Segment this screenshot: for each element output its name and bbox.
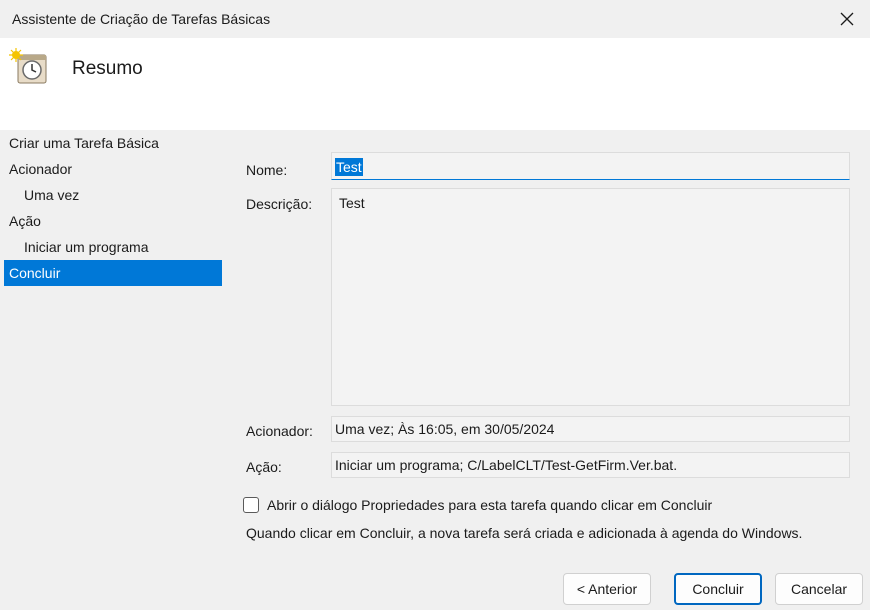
name-value: Test <box>335 158 363 176</box>
trigger-value: Uma vez; Às 16:05, em 30/05/2024 <box>335 421 555 437</box>
close-button[interactable] <box>824 0 870 38</box>
step-finish: Concluir <box>4 260 222 286</box>
description-value: Test <box>339 195 365 211</box>
open-properties-label: Abrir o diálogo Propriedades para esta t… <box>267 497 713 513</box>
finish-info-text: Quando clicar em Concluir, a nova tarefa… <box>246 525 803 541</box>
description-field[interactable]: Test <box>331 188 850 406</box>
trigger-label: Acionador: <box>246 423 313 439</box>
step-create-basic-task: Criar uma Tarefa Básica <box>9 135 159 151</box>
window-title: Assistente de Criação de Tarefas Básicas <box>12 11 271 27</box>
name-field[interactable]: Test <box>331 152 850 180</box>
close-icon <box>840 12 854 26</box>
wizard-steps: Criar uma Tarefa Básica Acionador Uma ve… <box>4 130 222 286</box>
description-label: Descrição: <box>246 196 313 212</box>
name-label: Nome: <box>246 162 288 178</box>
open-properties-checkbox[interactable] <box>243 497 259 513</box>
title-bar: Assistente de Criação de Tarefas Básicas <box>0 0 870 38</box>
step-trigger-once: Uma vez <box>24 187 80 203</box>
step-action: Ação <box>9 213 41 229</box>
open-properties-option[interactable]: Abrir o diálogo Propriedades para esta t… <box>243 497 712 513</box>
wizard-header: Resumo <box>0 38 870 130</box>
action-label: Ação: <box>246 459 282 475</box>
page-heading: Resumo <box>72 58 143 79</box>
cancel-button[interactable]: Cancelar <box>775 573 863 605</box>
back-button[interactable]: < Anterior <box>563 573 651 605</box>
action-field: Iniciar um programa; C/LabelCLT/Test-Get… <box>331 452 850 478</box>
trigger-field: Uma vez; Às 16:05, em 30/05/2024 <box>331 416 850 442</box>
finish-button[interactable]: Concluir <box>674 573 762 605</box>
task-scheduler-clock-icon <box>9 48 47 84</box>
step-trigger: Acionador <box>9 161 73 177</box>
action-value: Iniciar um programa; C/LabelCLT/Test-Get… <box>335 457 678 473</box>
step-action-start-program: Iniciar um programa <box>24 239 149 255</box>
